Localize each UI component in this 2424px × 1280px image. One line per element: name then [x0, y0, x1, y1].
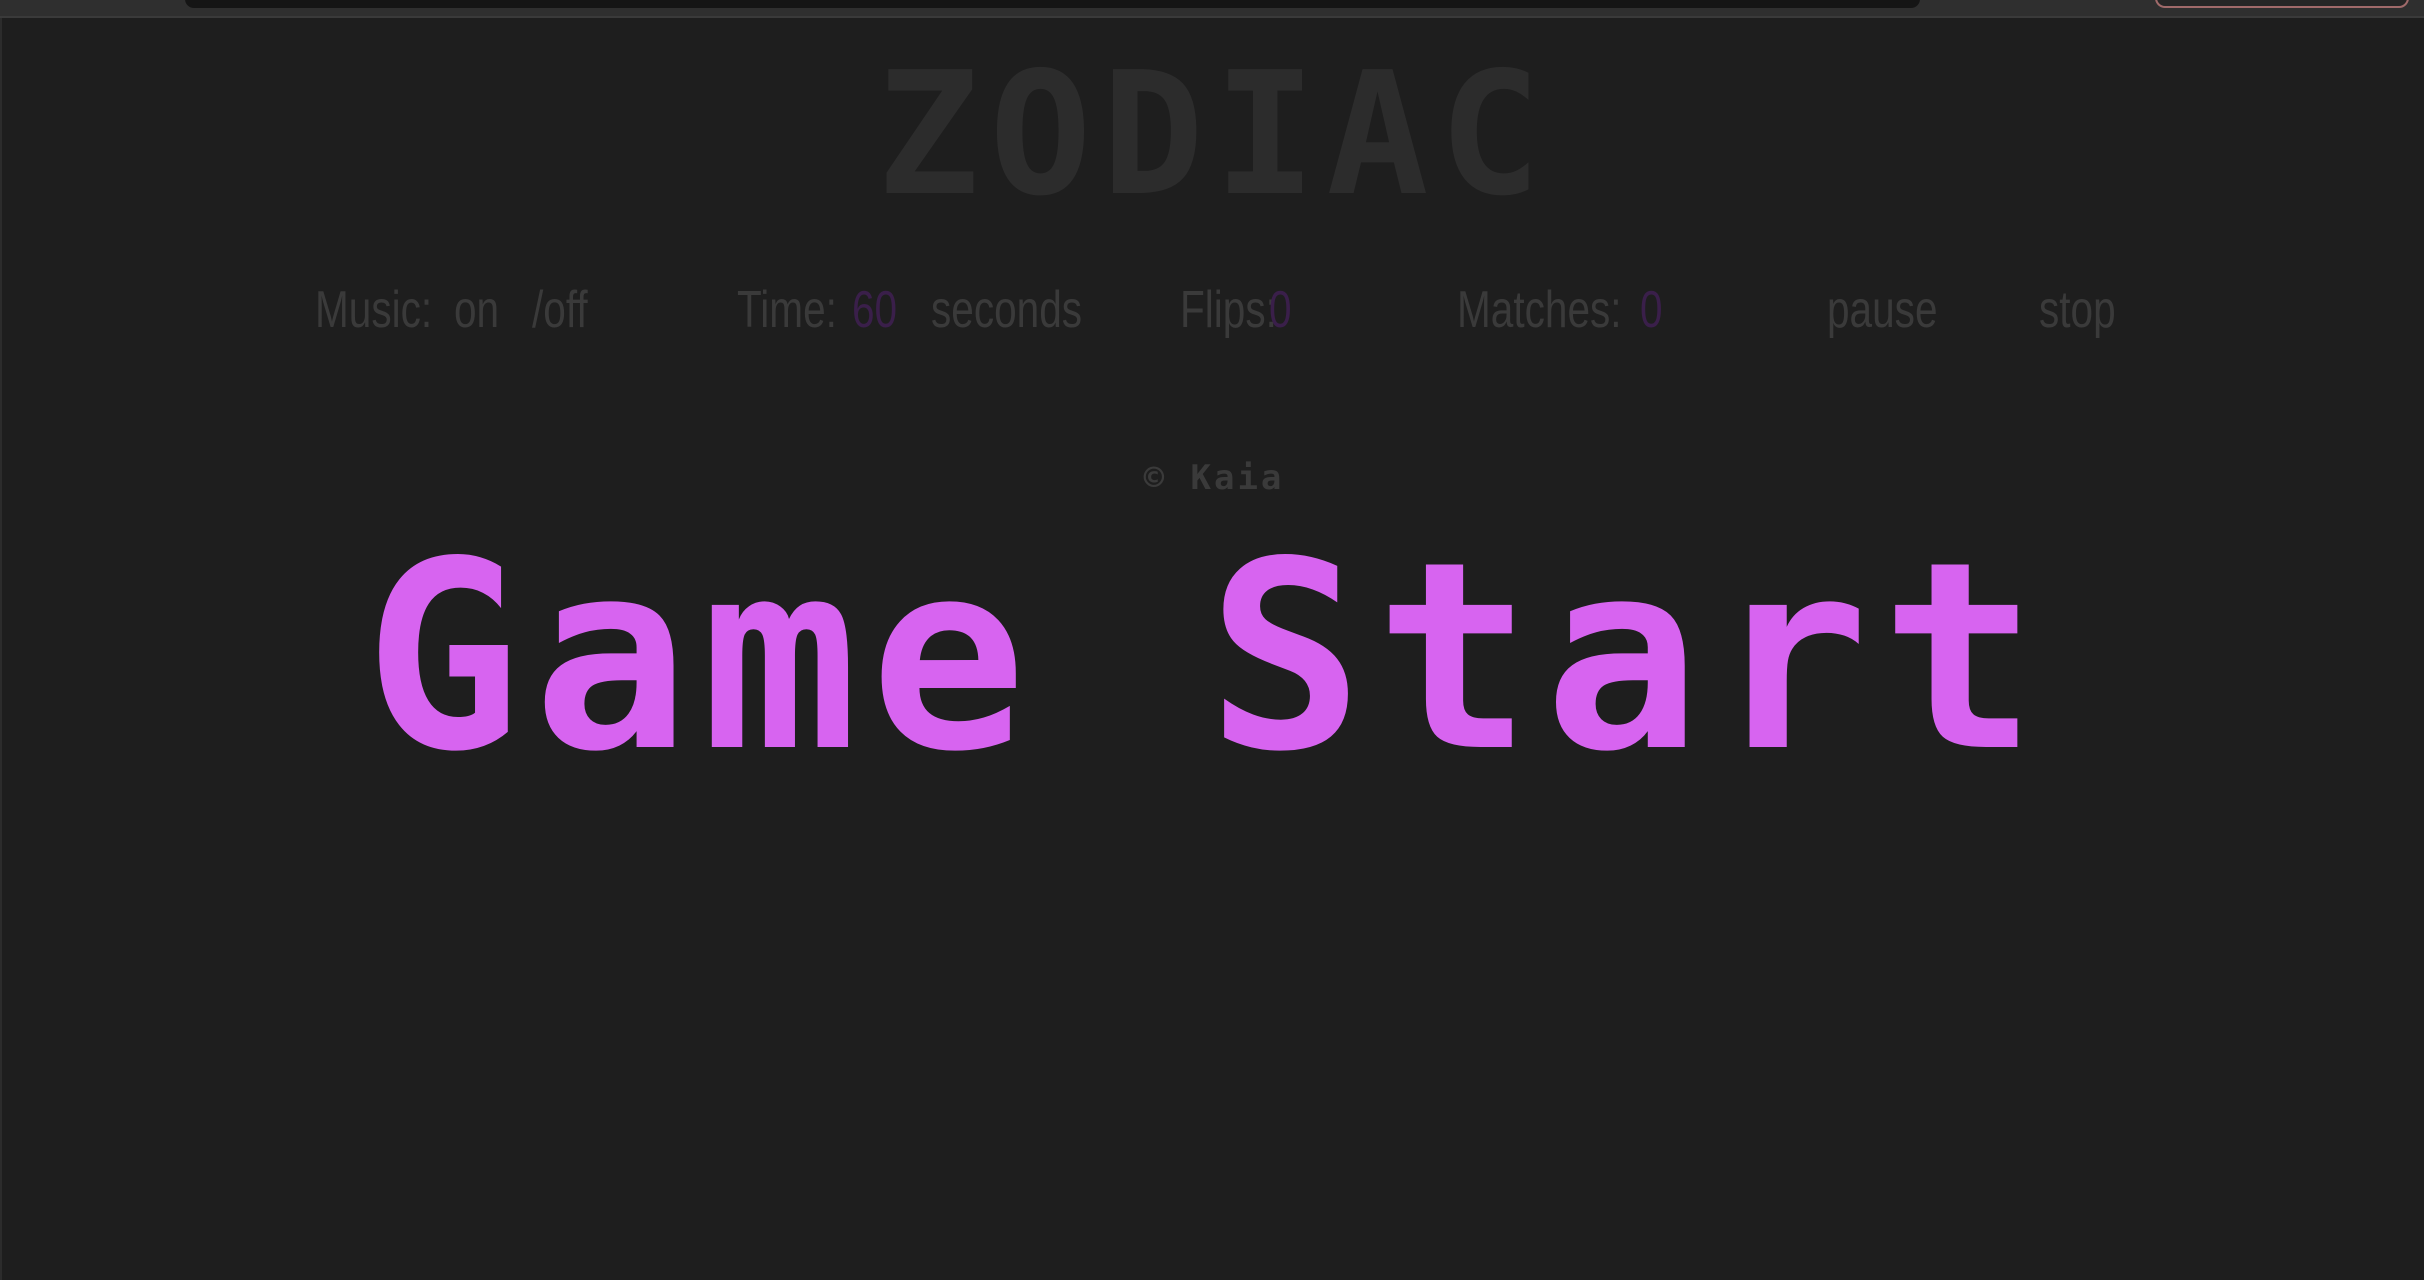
music-off-toggle[interactable]: /off: [532, 280, 588, 340]
stop-button[interactable]: stop: [2039, 280, 2116, 340]
matches-label: Matches:: [1457, 281, 1622, 339]
pause-button[interactable]: pause: [1827, 280, 1938, 340]
flips-value: 0: [1269, 281, 1292, 339]
time-label: Time:: [737, 281, 837, 339]
browser-corner-button[interactable]: [2155, 0, 2409, 8]
hud-bar: Music: on /off Time: 60 seconds Flips: 0…: [2, 280, 2424, 350]
music-on-toggle[interactable]: on: [454, 280, 499, 340]
matches-value: 0: [1640, 281, 1663, 339]
browser-top-strip: [0, 0, 2424, 18]
game-logo: ZODIAC: [876, 36, 1552, 234]
time-unit: seconds: [931, 281, 1083, 339]
time-value: 60: [852, 281, 898, 339]
music-label: Music:: [315, 281, 433, 339]
copyright-text: © Kaia: [1143, 458, 1285, 498]
game-start-button[interactable]: Game Start: [142, 528, 2272, 788]
address-bar[interactable]: [185, 0, 1920, 8]
game-area: ZODIAC Music: on /off Time: 60 seconds F…: [0, 18, 2424, 1280]
flips-label: Flips:: [1180, 281, 1277, 339]
